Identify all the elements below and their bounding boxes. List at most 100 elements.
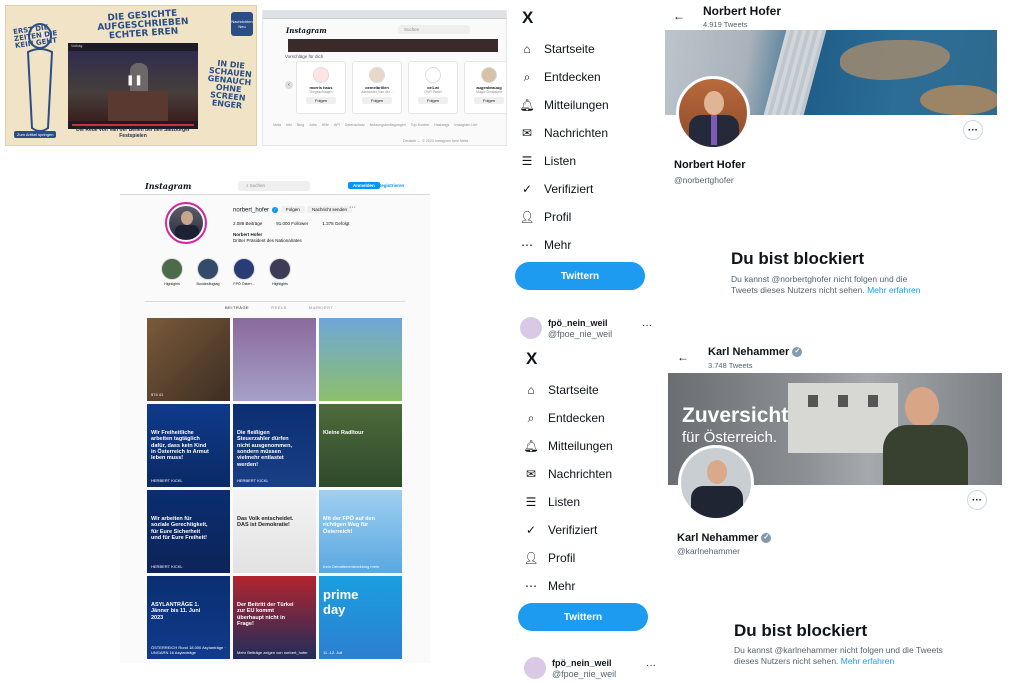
video-progress-bar[interactable] (72, 124, 194, 126)
post-tile[interactable]: Der Beitritt der Türkei zur EU kommt übe… (233, 576, 316, 659)
nav-item-mitteilungen[interactable]: 🔔︎ Mitteilungen (523, 437, 612, 455)
story-highlight[interactable]: Bundesflugtag (194, 258, 222, 286)
footer-link[interactable]: Meta (273, 123, 281, 127)
footer-link[interactable]: Top-Konten (411, 123, 429, 127)
learn-more-link[interactable]: Mehr erfahren (841, 656, 894, 666)
article-link-button[interactable]: Zum Artikel springen (14, 131, 57, 138)
post-tile[interactable]: Mit der FPÖ auf den richtigen Weg für Ös… (319, 490, 402, 573)
suggestion-avatar[interactable] (369, 67, 385, 83)
account-switcher[interactable]: fpö_nein_weil @fpoe_nie_weil ··· (524, 657, 664, 681)
highlight-label: Highlights (164, 282, 180, 286)
more-icon[interactable]: ··· (642, 320, 652, 331)
more-options-button[interactable]: ··· (967, 490, 987, 510)
post-tile[interactable]: Wir Freiheitliche arbeiten tagtäglich da… (147, 404, 230, 487)
suggestion-card: oemelbrillen Alexander Van der... Folgen (352, 61, 402, 114)
nav-item-nachrichten[interactable]: ✉ Nachrichten (524, 465, 612, 483)
x-logo-icon[interactable]: X (526, 349, 537, 369)
nav-item-mehr[interactable]: ⋯ Mehr (520, 236, 571, 254)
login-button[interactable]: Anmelden (348, 182, 380, 189)
post-tile[interactable]: Die fleißigen Steuerzahler dürfen nicht … (233, 404, 316, 487)
header-name: Norbert Hofer (703, 4, 782, 18)
suggestion-avatar[interactable] (313, 67, 329, 83)
display-name: Norbert Hofer (674, 159, 746, 171)
nav-item-label: Mitteilungen (544, 98, 609, 112)
footer-language[interactable]: Deutsch ⌄ © 2023 Instagram from Meta (403, 139, 468, 143)
nav-item-listen[interactable]: ☰ Listen (520, 152, 576, 170)
nav-item-startseite[interactable]: ⌂ Startseite (520, 40, 594, 58)
profile-avatar[interactable] (165, 202, 207, 244)
nav-item-label: Startseite (548, 383, 599, 397)
nav-item-label: Mehr (548, 579, 576, 593)
video-player[interactable]: Vortrag ❚❚ (68, 43, 198, 129)
more-options-button[interactable]: ··· (963, 120, 983, 140)
search-input[interactable]: Suchen (398, 25, 470, 34)
nav-item-verifiziert[interactable]: ✓ Verifiziert (524, 521, 597, 539)
nav-item-verifiziert[interactable]: ✓ Verifiziert (520, 180, 593, 198)
nav-item-profil[interactable]: 👤︎ Profil (519, 208, 571, 226)
nav-item-listen[interactable]: ☰ Listen (524, 493, 580, 511)
nav-item-entdecken[interactable]: ⌕ Entdecken (520, 68, 601, 86)
more-options-icon[interactable]: ··· (349, 204, 356, 211)
footer-link[interactable]: Nutzungsbedingungen (370, 123, 406, 127)
footer-link[interactable]: Info (286, 123, 292, 127)
more-icon[interactable]: ··· (646, 660, 656, 671)
profile-stat[interactable]: 91.000 Follower (276, 221, 308, 226)
footer-link[interactable]: API (334, 123, 340, 127)
nav-item-nachrichten[interactable]: ✉ Nachrichten (520, 124, 608, 142)
account-switcher[interactable]: fpö_nein_weil @fpoe_nie_weil ··· (520, 317, 660, 341)
tab-reels[interactable]: REELS (271, 305, 287, 310)
learn-more-link[interactable]: Mehr erfahren (867, 285, 920, 295)
footer-link[interactable]: Hashtags (434, 123, 449, 127)
nav-item-profil[interactable]: 👤︎ Profil (523, 549, 575, 567)
x-logo-icon[interactable]: X (522, 8, 533, 28)
tweet-button[interactable]: Twittern (518, 603, 648, 631)
story-highlight[interactable]: FPÖ Österr... (230, 258, 258, 286)
post-tile[interactable]: Das Volk entscheidet. DAS ist Demokratie… (233, 490, 316, 573)
back-arrow-icon[interactable]: ← (677, 350, 689, 364)
footer-link[interactable]: Jobs (309, 123, 317, 127)
message-button[interactable]: Nachricht senden (307, 206, 353, 213)
post-text: Wir arbeiten für soziale Gerechtigkeit, … (151, 516, 208, 541)
profile-stat[interactable]: 1.378 Gefolgt (322, 221, 349, 226)
nav-item-mitteilungen[interactable]: 🔔︎ Mitteilungen (519, 96, 609, 114)
story-highlight[interactable]: Highlights (266, 258, 294, 286)
post-tile[interactable]: Kleine Radltour (319, 404, 402, 487)
suggestion-avatar[interactable] (481, 67, 497, 83)
follow-button[interactable]: Folgen (306, 97, 336, 104)
search-input[interactable]: ⌕ Suchen (238, 181, 310, 191)
follow-button[interactable]: Folgen (418, 97, 448, 104)
follow-button[interactable]: Folgen (362, 97, 392, 104)
profile-stat[interactable]: 2.089 Beiträge (233, 221, 262, 226)
tab-beitra-ge[interactable]: BEITRÄGE (225, 305, 249, 310)
post-text: Kleine Radltour (323, 430, 364, 436)
tab-markiert[interactable]: MARKIERT (309, 305, 334, 310)
bio-description: Dritter Präsident des Nationalrates (233, 238, 302, 243)
profile-avatar[interactable] (678, 445, 754, 521)
post-tile[interactable]: prime day 11.-12. Juli (319, 576, 402, 659)
nav-item-mehr[interactable]: ⋯ Mehr (524, 577, 575, 595)
story-highlight[interactable]: Highlights (158, 258, 186, 286)
back-arrow-icon[interactable]: ← (673, 9, 685, 23)
chevron-left-icon[interactable]: ‹ (285, 81, 293, 89)
post-tile[interactable] (233, 318, 316, 401)
footer-link[interactable]: Instagram Lite (454, 123, 477, 127)
footer-link[interactable]: Datenschutz (345, 123, 365, 127)
nav-item-entdecken[interactable]: ⌕ Entdecken (524, 409, 605, 427)
footer-link[interactable]: Hilfe (322, 123, 329, 127)
post-tile[interactable] (319, 318, 402, 401)
signup-link[interactable]: Registrieren (378, 183, 404, 188)
follow-button[interactable]: Folgen (474, 97, 504, 104)
post-tile[interactable]: 574 41 (147, 318, 230, 401)
nav-item-label: Entdecken (548, 411, 605, 425)
suggestion-card: augenbrauug Magic Dinslaken Folgen (464, 61, 506, 114)
post-tile[interactable]: Wir arbeiten für soziale Gerechtigkeit, … (147, 490, 230, 573)
post-tile[interactable]: ASYLANTRÄGE 1. Jänner bis 11. Juni 2023 … (147, 576, 230, 659)
tweet-button[interactable]: Twittern (515, 262, 645, 290)
profile-avatar[interactable] (676, 76, 750, 150)
pause-icon[interactable]: ❚❚ (126, 75, 143, 86)
footer-link[interactable]: Blog (297, 123, 304, 127)
nav-item-startseite[interactable]: ⌂ Startseite (524, 381, 599, 399)
suggestion-avatar[interactable] (425, 67, 441, 83)
follow-button[interactable]: Folgen (281, 206, 305, 213)
account-name: fpö_nein_weil (548, 318, 608, 328)
